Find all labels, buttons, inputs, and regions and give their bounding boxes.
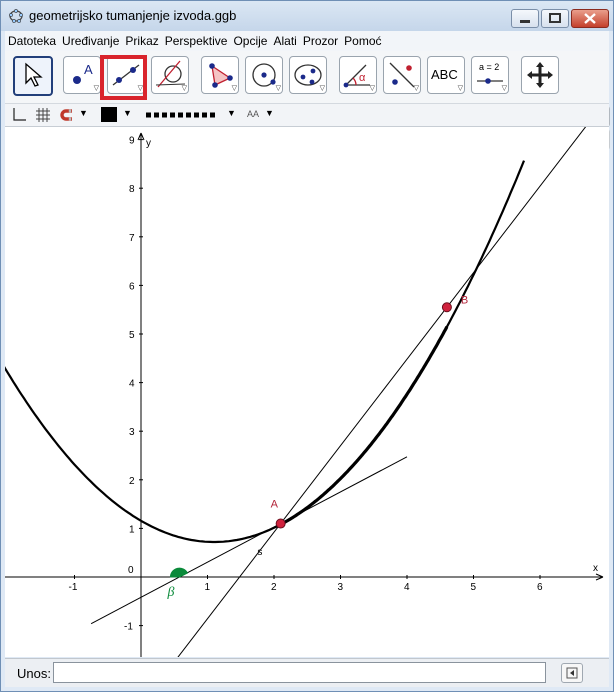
command-input[interactable] bbox=[53, 662, 546, 683]
input-bar: Unos: bbox=[5, 658, 609, 687]
toolbar: A ▽ ▽ ▽ ▽ ▽ ▽ α ▽ ▽ ABC ▽ a = 2 ▽ bbox=[5, 51, 610, 150]
tool-move-graphics-view[interactable] bbox=[521, 56, 559, 94]
tool-point[interactable]: A ▽ bbox=[63, 56, 101, 94]
app-window: geometrijsko tumanjenje izvoda.ggb Datot… bbox=[0, 0, 614, 692]
x-tick-label: 4 bbox=[404, 582, 410, 593]
tool-menu-arrow-icon: ▽ bbox=[369, 85, 375, 92]
menu-alati[interactable]: Alati bbox=[270, 31, 299, 48]
tool-polygon[interactable]: ▽ bbox=[201, 56, 239, 94]
y-tick-label: 9 bbox=[129, 136, 135, 147]
y-tick-label: 1 bbox=[129, 524, 135, 535]
close-button[interactable] bbox=[571, 9, 609, 28]
svg-text:A: A bbox=[84, 62, 93, 77]
input-label: Unos: bbox=[17, 666, 51, 681]
minimize-button[interactable] bbox=[511, 9, 539, 28]
menu-prikaz[interactable]: Prikaz bbox=[122, 31, 161, 48]
point-capturing-magnet-icon[interactable] bbox=[59, 107, 75, 123]
secant-label: s bbox=[257, 547, 262, 558]
maximize-button[interactable] bbox=[541, 9, 569, 28]
graphics-view[interactable]: x y 0 -1 1 2 3 4 5 6 -1 1 2 3 4 5 6 7 8 9 A Bs β bbox=[5, 127, 609, 657]
close-icon bbox=[584, 13, 596, 24]
tool-reflect[interactable]: ▽ bbox=[383, 56, 421, 94]
window-title: geometrijsko tumanjenje izvoda.ggb bbox=[29, 8, 237, 23]
line-style-dropdown-icon[interactable]: ▼ bbox=[227, 108, 236, 118]
y-tick-label: 7 bbox=[129, 233, 135, 244]
point-a[interactable] bbox=[275, 518, 286, 529]
maximize-icon bbox=[549, 13, 561, 23]
font-size-label[interactable]: AA bbox=[247, 109, 259, 119]
angle-beta-marker bbox=[169, 567, 189, 578]
selected-tool-highlight-frame bbox=[100, 55, 147, 100]
tool-slider[interactable]: a = 2 ▽ bbox=[471, 56, 509, 94]
point-capturing-dropdown-icon[interactable]: ▼ bbox=[79, 108, 88, 118]
menu-uredivanje[interactable]: Uređivanje bbox=[59, 31, 122, 48]
menu-datoteka[interactable]: Datoteka bbox=[5, 31, 59, 48]
y-tick-label: -1 bbox=[124, 622, 133, 633]
tool-move[interactable] bbox=[13, 56, 53, 96]
point-label-a: A bbox=[271, 499, 279, 511]
tool-perpendicular-line[interactable]: ▽ bbox=[151, 56, 189, 94]
move-graphics-view-icon bbox=[527, 62, 553, 88]
text-tool-label: ABC bbox=[431, 67, 458, 82]
tool-menu-arrow-icon: ▽ bbox=[319, 85, 325, 92]
font-size-dropdown-icon[interactable]: ▼ bbox=[265, 108, 274, 118]
help-arrow-icon bbox=[566, 667, 578, 679]
x-axis-label: x bbox=[593, 563, 598, 574]
y-tick-label: 4 bbox=[129, 379, 135, 390]
x-tick-label: 6 bbox=[537, 582, 543, 593]
y-axis-label: y bbox=[146, 138, 151, 149]
y-tick-label: 2 bbox=[129, 476, 135, 487]
tool-menu-arrow-icon: ▽ bbox=[231, 85, 237, 92]
tool-circle-center-point[interactable]: ▽ bbox=[245, 56, 283, 94]
tool-ellipse[interactable]: ▽ bbox=[289, 56, 327, 94]
tangent-line bbox=[90, 456, 408, 625]
menu-opcije[interactable]: Opcije bbox=[230, 31, 270, 48]
graph-canvas[interactable]: x y 0 -1 1 2 3 4 5 6 -1 1 2 3 4 5 6 7 8 9 A Bs β bbox=[5, 127, 609, 657]
angle-beta-label: β bbox=[166, 585, 174, 600]
tool-angle[interactable]: α ▽ bbox=[339, 56, 377, 94]
x-tick-label: 5 bbox=[471, 582, 477, 593]
tool-menu-arrow-icon: ▽ bbox=[501, 85, 507, 92]
tool-menu-arrow-icon: ▽ bbox=[413, 85, 419, 92]
color-swatch-button[interactable] bbox=[101, 107, 117, 122]
tool-menu-arrow-icon: ▽ bbox=[93, 85, 99, 92]
y-tick-label: 6 bbox=[129, 281, 135, 292]
x-tick-label: 2 bbox=[271, 582, 277, 593]
tool-menu-arrow-icon: ▽ bbox=[457, 85, 463, 92]
function-curve bbox=[5, 160, 526, 544]
y-tick-label: 3 bbox=[129, 427, 135, 438]
minimize-icon bbox=[520, 20, 530, 23]
cursor-arrow-icon bbox=[25, 62, 43, 87]
color-dropdown-icon[interactable]: ▼ bbox=[123, 108, 132, 118]
y-tick-label: 5 bbox=[129, 330, 135, 341]
y-tick-label: 8 bbox=[129, 184, 135, 195]
axes-toggle-icon[interactable] bbox=[11, 107, 27, 123]
tool-text[interactable]: ABC ▽ bbox=[427, 56, 465, 94]
tool-menu-arrow-icon: ▽ bbox=[181, 85, 187, 92]
line-style-icon[interactable] bbox=[145, 111, 219, 119]
menu-perspektive[interactable]: Perspektive bbox=[162, 31, 231, 48]
highlighted-arc-a-b bbox=[279, 326, 449, 526]
x-tick-label: 1 bbox=[205, 582, 211, 593]
tool-menu-arrow-icon: ▽ bbox=[275, 85, 281, 92]
menu-pomoc[interactable]: Pomoć bbox=[341, 31, 384, 48]
menu-prozor[interactable]: Prozor bbox=[300, 31, 341, 48]
geogebra-logo-icon bbox=[9, 9, 23, 23]
point-label-b: B bbox=[461, 294, 468, 306]
title-bar: geometrijsko tumanjenje izvoda.ggb bbox=[1, 1, 613, 31]
menu-bar: Datoteka Uređivanje Prikaz Perspektive Opcij… bbox=[5, 31, 609, 51]
angle-tool-alpha-label: α bbox=[359, 72, 366, 84]
input-help-button[interactable] bbox=[561, 663, 583, 683]
x-tick-label: -1 bbox=[69, 582, 78, 593]
origin-label: 0 bbox=[128, 565, 134, 576]
point-b[interactable] bbox=[441, 302, 452, 313]
style-bar: ▼ ▼ ▼ AA ▼ bbox=[5, 104, 609, 127]
x-tick-label: 3 bbox=[338, 582, 344, 593]
grid-toggle-icon[interactable] bbox=[35, 107, 51, 123]
